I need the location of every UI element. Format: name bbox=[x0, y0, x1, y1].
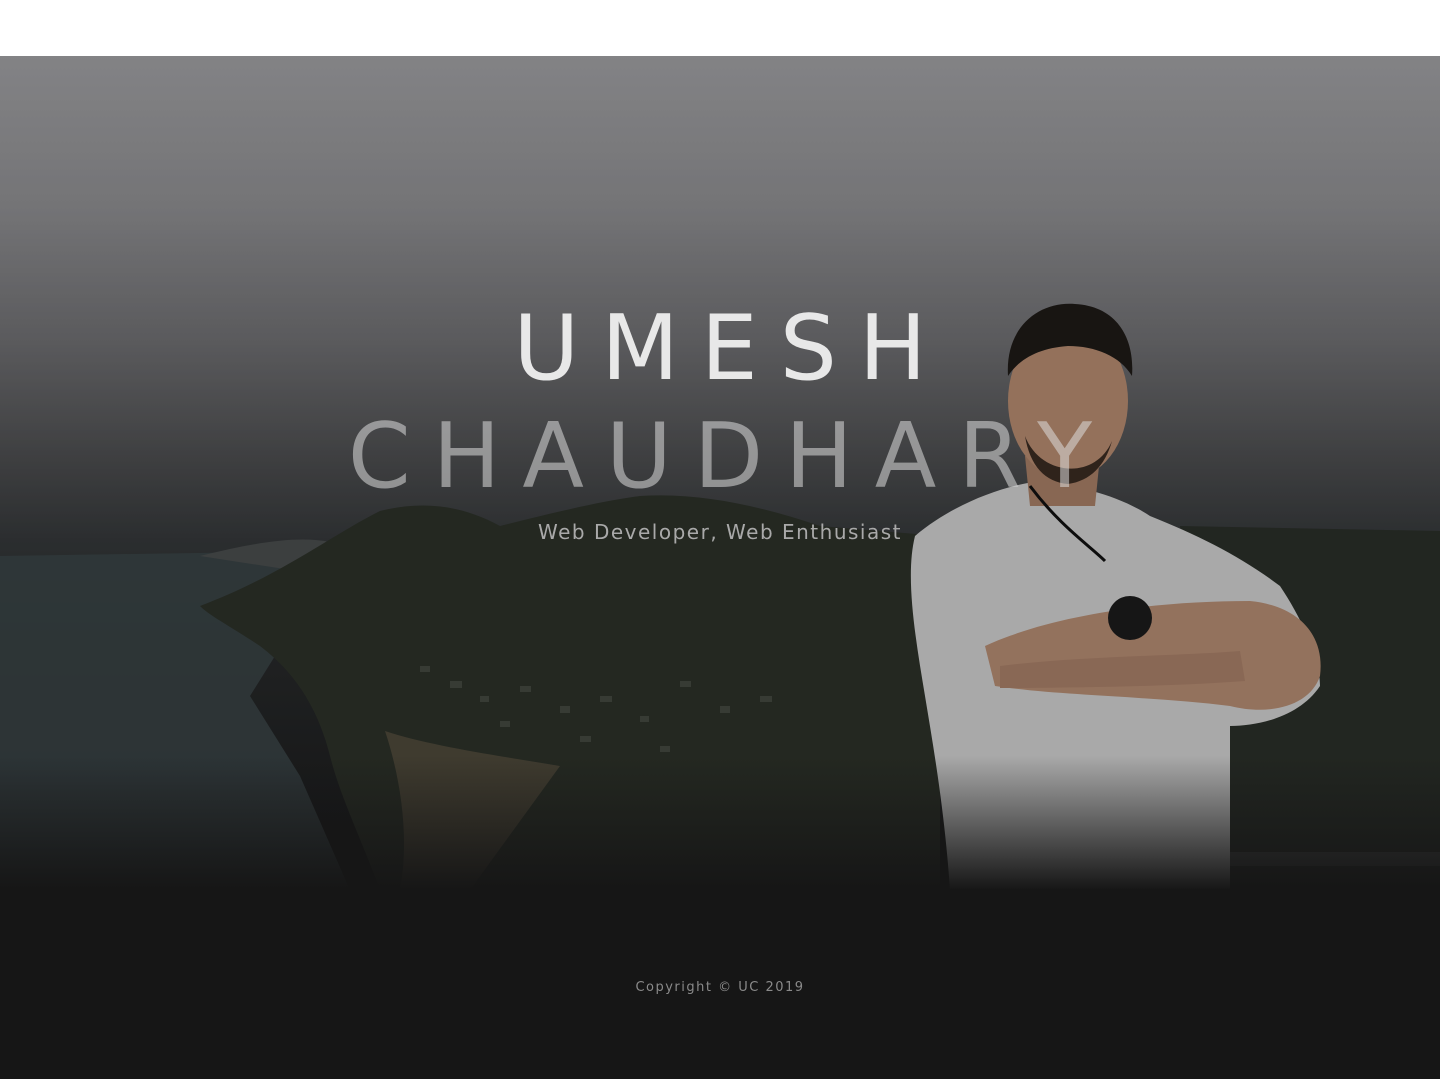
hero-section: UMESH CHAUDHARY Web Developer, Web Enthu… bbox=[0, 56, 1440, 890]
hero-first-name: UMESH bbox=[513, 296, 949, 401]
hero-bottom-fade bbox=[0, 756, 1440, 890]
copyright-text: Copyright © UC 2019 bbox=[635, 980, 805, 995]
hero-tagline: Web Developer, Web Enthusiast bbox=[538, 520, 902, 544]
top-navbar bbox=[0, 0, 1440, 56]
hero-last-name: CHAUDHARY bbox=[347, 404, 1115, 509]
footer: Copyright © UC 2019 bbox=[0, 890, 1440, 1079]
